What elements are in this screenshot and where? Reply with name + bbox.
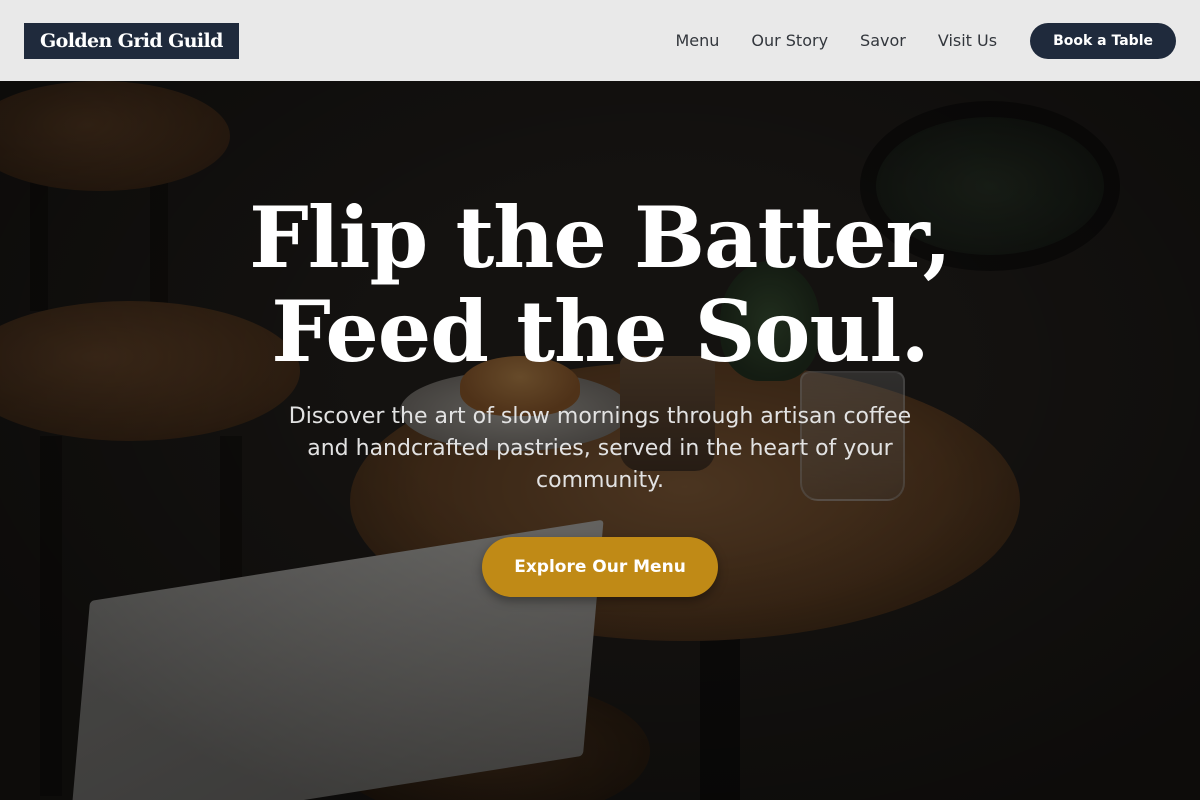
hero-title: Flip the Batter, Feed the Soul. xyxy=(0,191,1200,379)
nav-link-our-story[interactable]: Our Story xyxy=(751,31,828,50)
site-header: Golden Grid Guild Menu Our Story Savor V… xyxy=(0,0,1200,81)
main-nav: Menu Our Story Savor Visit Us Book a Tab… xyxy=(675,22,1176,59)
hero-title-line-2: Feed the Soul. xyxy=(271,282,929,381)
book-table-button[interactable]: Book a Table xyxy=(1030,22,1176,59)
explore-menu-button[interactable]: Explore Our Menu xyxy=(482,537,718,597)
hero-content: Flip the Batter, Feed the Soul. Discover… xyxy=(0,81,1200,597)
brand-logo[interactable]: Golden Grid Guild xyxy=(24,22,239,59)
hero-title-line-1: Flip the Batter, xyxy=(249,188,952,287)
nav-link-visit-us[interactable]: Visit Us xyxy=(938,31,997,50)
nav-link-menu[interactable]: Menu xyxy=(675,31,719,50)
nav-link-savor[interactable]: Savor xyxy=(860,31,906,50)
hero-subtitle: Discover the art of slow mornings throug… xyxy=(288,404,912,493)
